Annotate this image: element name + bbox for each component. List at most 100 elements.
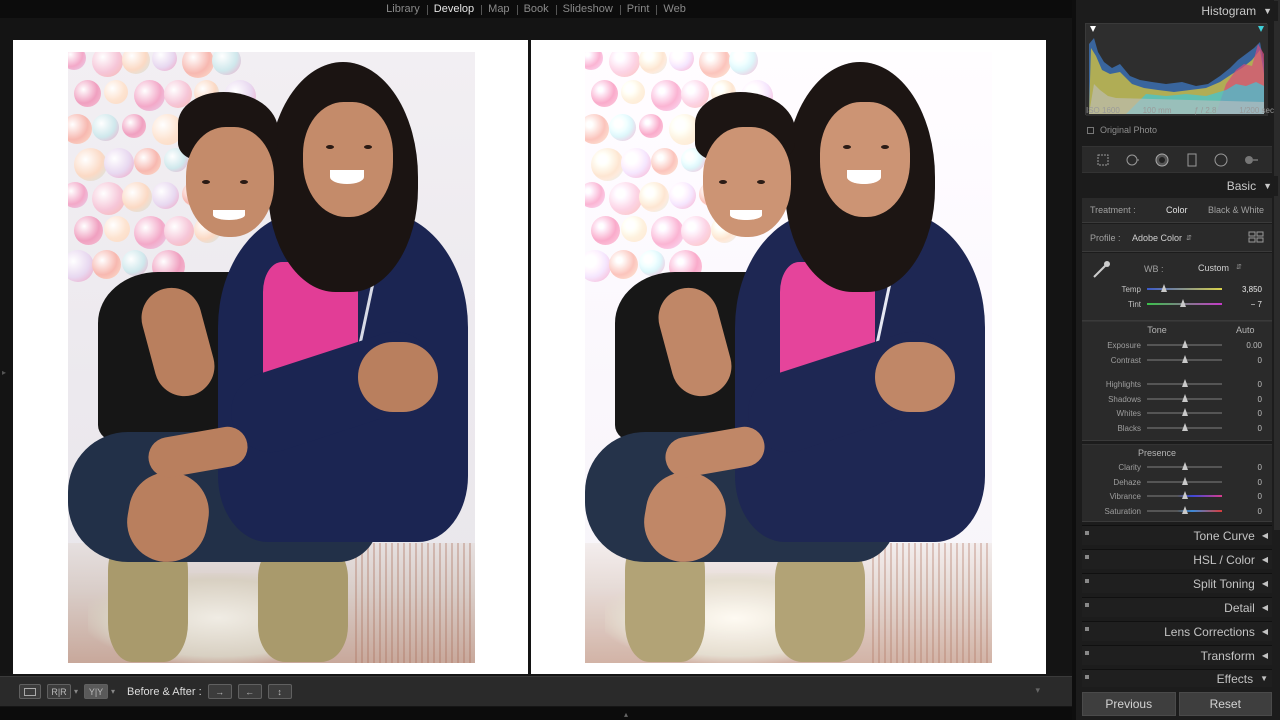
slider-track[interactable] — [1147, 299, 1222, 307]
switch-icon[interactable] — [1085, 603, 1089, 607]
switch-icon[interactable] — [1085, 579, 1089, 583]
view-mode-caret-icon[interactable]: ▾ — [74, 687, 78, 696]
original-photo-toggle[interactable]: Original Photo — [1087, 125, 1157, 135]
slider-track[interactable] — [1147, 379, 1222, 387]
adjustment-brush-icon[interactable] — [1244, 153, 1259, 167]
treatment-bw-option[interactable]: Black & White — [1208, 205, 1264, 215]
red-eye-icon[interactable] — [1155, 153, 1169, 167]
module-slideshow[interactable]: Slideshow — [555, 3, 620, 15]
histogram-graph[interactable] — [1085, 23, 1268, 116]
balloon — [68, 114, 92, 144]
profile-dropdown[interactable]: Adobe Color — [1132, 233, 1182, 243]
balloon — [92, 52, 123, 77]
profile-browser-icon[interactable] — [1248, 231, 1264, 245]
module-picker: Library Develop Map Book Slideshow Print… — [0, 0, 1072, 18]
before-after-yy-button[interactable]: Y|Y — [84, 684, 109, 699]
copy-after-to-before-button[interactable]: ← — [237, 684, 262, 699]
before-view[interactable] — [13, 40, 528, 674]
slider-track[interactable] — [1147, 506, 1222, 514]
slider-thumb[interactable] — [1181, 423, 1188, 431]
slider-thumb[interactable] — [1181, 340, 1188, 348]
slider-value[interactable]: 0.00 — [1222, 341, 1262, 350]
slider-track[interactable] — [1147, 355, 1222, 363]
slider-value[interactable]: 0 — [1222, 395, 1262, 404]
slider-thumb[interactable] — [1181, 408, 1188, 416]
slider-thumb[interactable] — [1181, 379, 1188, 387]
slider-value[interactable]: 0 — [1222, 478, 1262, 487]
hsl-color-header[interactable]: HSL / Color ◀ — [1082, 549, 1272, 569]
slider-value[interactable]: 0 — [1222, 380, 1262, 389]
histogram-header[interactable]: Histogram ▼ — [1082, 1, 1278, 21]
switch-icon[interactable] — [1085, 675, 1089, 679]
slider-value[interactable]: 0 — [1222, 507, 1262, 516]
slider-track[interactable] — [1147, 477, 1222, 485]
radial-filter-icon[interactable] — [1214, 153, 1228, 167]
reset-button[interactable]: Reset — [1178, 692, 1272, 716]
graduated-filter-icon[interactable] — [1185, 153, 1199, 167]
spot-removal-icon[interactable] — [1125, 153, 1140, 167]
left-panel-toggle-icon[interactable]: ▸ — [2, 368, 6, 377]
slider-thumb[interactable] — [1160, 284, 1167, 292]
slider-value[interactable]: 3,850 — [1222, 285, 1262, 294]
switch-icon[interactable] — [1085, 651, 1089, 655]
toolbar-menu-icon[interactable]: ▾ — [1035, 685, 1040, 696]
girl-smile — [330, 170, 364, 184]
switch-icon[interactable] — [1085, 531, 1089, 535]
slider-track[interactable] — [1147, 408, 1222, 416]
module-map[interactable]: Map — [481, 3, 516, 15]
original-photo-checkbox[interactable] — [1087, 126, 1094, 134]
section-title: Lens Corrections — [1164, 624, 1255, 639]
filmstrip-toggle-icon[interactable]: ▴ — [624, 710, 628, 719]
slider-track[interactable] — [1147, 491, 1222, 499]
before-after-lr-button[interactable]: R|R — [47, 684, 71, 699]
treatment-color-option[interactable]: Color — [1166, 205, 1206, 215]
tone-curve-header[interactable]: Tone Curve ◀ — [1082, 525, 1272, 545]
slider-track[interactable] — [1147, 462, 1222, 470]
previous-button[interactable]: Previous — [1082, 692, 1176, 716]
copy-before-to-after-button[interactable]: → — [207, 684, 232, 699]
wb-caret-icon[interactable]: ⇵ — [1236, 263, 1242, 271]
lens-corrections-header[interactable]: Lens Corrections ◀ — [1082, 621, 1272, 641]
slider-value[interactable]: − 7 — [1222, 300, 1262, 309]
swap-before-after-button[interactable]: ↕ — [267, 684, 292, 699]
module-develop[interactable]: Develop — [426, 3, 481, 15]
wb-dropdown[interactable]: Custom — [1198, 263, 1229, 273]
slider-thumb[interactable] — [1181, 477, 1188, 485]
module-print[interactable]: Print — [619, 3, 657, 15]
panel-scrollbar[interactable] — [1274, 0, 1280, 530]
detail-header[interactable]: Detail ◀ — [1082, 597, 1272, 617]
slider-track[interactable] — [1147, 394, 1222, 402]
slider-thumb[interactable] — [1181, 491, 1188, 499]
module-library[interactable]: Library — [379, 3, 427, 15]
slider-value[interactable]: 0 — [1222, 409, 1262, 418]
slider-thumb[interactable] — [1181, 394, 1188, 402]
balloon — [122, 114, 146, 138]
switch-icon[interactable] — [1085, 627, 1089, 631]
effects-header[interactable]: Effects ▼ — [1082, 669, 1272, 687]
slider-blacks: Blacks 0 — [1082, 421, 1272, 435]
loupe-view-button[interactable] — [19, 684, 41, 699]
module-book[interactable]: Book — [516, 3, 556, 15]
slider-thumb[interactable] — [1180, 299, 1186, 307]
slider-thumb[interactable] — [1181, 506, 1188, 514]
slider-track[interactable] — [1147, 423, 1222, 431]
slider-value[interactable]: 0 — [1222, 463, 1262, 472]
slider-track[interactable] — [1147, 284, 1222, 292]
auto-tone-button[interactable]: Auto — [1236, 325, 1276, 335]
profile-caret-icon[interactable]: ⇵ — [1186, 234, 1192, 242]
compare-mode-caret-icon[interactable]: ▾ — [111, 687, 115, 696]
slider-value[interactable]: 0 — [1222, 424, 1262, 433]
slider-value[interactable]: 0 — [1222, 492, 1262, 501]
slider-thumb[interactable] — [1181, 355, 1188, 363]
crop-overlay-icon[interactable] — [1096, 153, 1110, 167]
after-view[interactable] — [531, 40, 1046, 674]
slider-value[interactable]: 0 — [1222, 356, 1262, 365]
transform-header[interactable]: Transform ◀ — [1082, 645, 1272, 665]
switch-icon[interactable] — [1085, 555, 1089, 559]
split-toning-header[interactable]: Split Toning ◀ — [1082, 573, 1272, 593]
module-web[interactable]: Web — [656, 3, 692, 15]
balloon — [609, 114, 636, 141]
slider-track[interactable] — [1147, 340, 1222, 348]
slider-thumb[interactable] — [1181, 462, 1188, 470]
basic-header[interactable]: Basic ▼ — [1082, 176, 1278, 196]
